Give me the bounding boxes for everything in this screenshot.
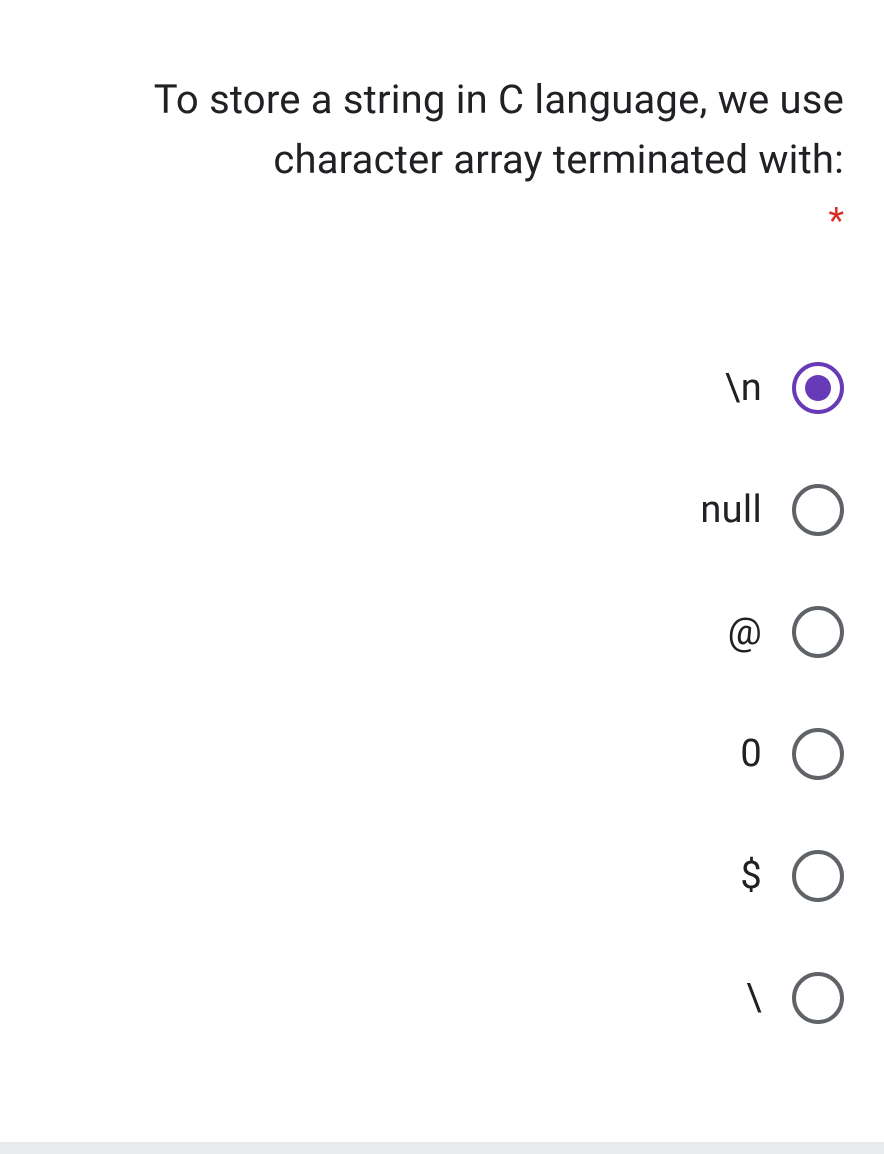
option-row-5[interactable]: \	[746, 972, 844, 1024]
bottom-divider	[0, 1142, 884, 1154]
option-label: $	[740, 854, 762, 898]
option-label: @	[728, 610, 762, 654]
radio-button[interactable]	[792, 606, 844, 658]
option-label: null	[700, 488, 762, 532]
radio-button[interactable]	[792, 728, 844, 780]
option-label: \	[746, 976, 762, 1020]
option-label: 0	[740, 732, 762, 776]
option-row-2[interactable]: @	[728, 606, 844, 658]
required-indicator: *	[30, 200, 854, 242]
radio-button[interactable]	[792, 850, 844, 902]
options-list: \n null @ 0 $ \	[30, 362, 854, 1024]
radio-button[interactable]	[792, 972, 844, 1024]
option-row-0[interactable]: \n	[725, 362, 844, 414]
option-row-4[interactable]: $	[740, 850, 844, 902]
option-row-1[interactable]: null	[700, 484, 844, 536]
radio-button[interactable]	[792, 484, 844, 536]
question-text: To store a string in C language, we use …	[30, 70, 854, 190]
radio-selected-icon	[805, 375, 831, 401]
radio-button[interactable]	[792, 362, 844, 414]
option-label: \n	[725, 366, 762, 410]
option-row-3[interactable]: 0	[740, 728, 844, 780]
